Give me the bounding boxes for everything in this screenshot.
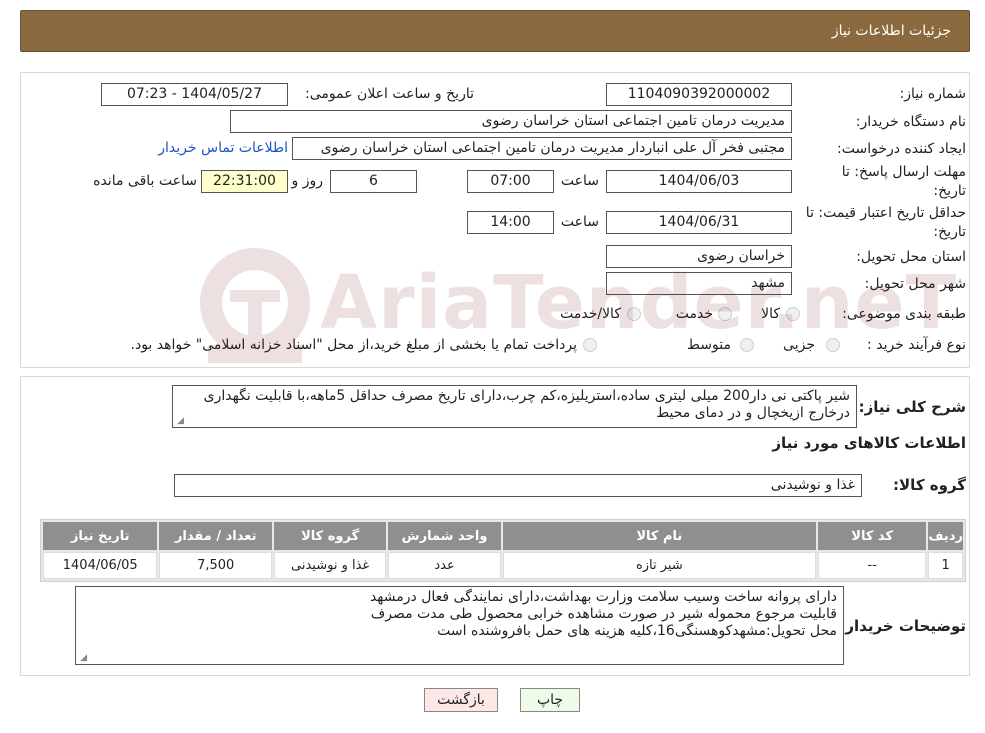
- remaining-time-label: ساعت باقی مانده: [93, 173, 197, 189]
- table-row: 1 -- شیر تازه عدد غذا و نوشیدنی 7,500 14…: [43, 552, 963, 579]
- description-text: شیر پاکتی نی دار200 میلی لیتری ساده،استر…: [203, 388, 850, 421]
- category-goods-service-label: کالا/خدمت: [560, 306, 621, 322]
- days-field: 6: [330, 170, 417, 193]
- category-goods-radio[interactable]: [786, 307, 800, 321]
- goods-table: ردیف کد کالا نام کالا واحد شمارش گروه کا…: [40, 519, 966, 582]
- validity-date-field: 1404/06/31: [606, 211, 792, 234]
- column-header: گروه کالا: [273, 522, 387, 550]
- reply-time-field: 07:00: [467, 170, 554, 193]
- process-minor-radio[interactable]: [826, 338, 840, 352]
- buyer-org-label: نام دستگاه خریدار:: [855, 114, 966, 130]
- buyer-notes-line: قابلیت مرجوع محموله شیر در صورت مشاهده خ…: [370, 606, 837, 622]
- column-header: ردیف: [928, 522, 963, 550]
- print-button[interactable]: چاپ: [520, 688, 580, 712]
- treasury-docs-radio[interactable]: [583, 338, 597, 352]
- table-cell: 1404/06/05: [43, 552, 158, 579]
- category-service-radio[interactable]: [718, 307, 732, 321]
- reply-date-field: 1404/06/03: [606, 170, 792, 193]
- buyer-notes-line: دارای پروانه ساخت وسیب سلامت وزارت بهداش…: [369, 589, 837, 605]
- process-medium-radio[interactable]: [740, 338, 754, 352]
- back-button[interactable]: بازگشت: [424, 688, 498, 712]
- column-header: نام کالا: [502, 522, 816, 550]
- requester-field: مجتبی فخر آل علی انباردار مدیریت درمان ت…: [292, 137, 792, 160]
- process-type-label: نوع فرآیند خرید :: [867, 337, 966, 353]
- need-number-label: شماره نیاز:: [899, 86, 967, 102]
- page-header: جزئیات اطلاعات نیاز: [20, 10, 970, 52]
- days-label: روز و: [291, 173, 324, 189]
- table-header-row: ردیف کد کالا نام کالا واحد شمارش گروه کا…: [43, 522, 963, 550]
- column-header: واحد شمارش: [388, 522, 501, 550]
- column-header: تعداد / مقدار: [159, 522, 272, 550]
- process-medium-label: متوسط: [687, 337, 731, 353]
- city-field: مشهد: [606, 272, 792, 295]
- validity-time-field: 14:00: [467, 211, 554, 234]
- column-header: تاریخ نیاز: [43, 522, 158, 550]
- category-label: طبقه بندی موضوعی:: [842, 306, 966, 322]
- description-field: شیر پاکتی نی دار200 میلی لیتری ساده،استر…: [172, 385, 857, 428]
- requester-label: ایجاد کننده درخواست:: [837, 141, 966, 157]
- price-validity-label: حداقل تاریخ اعتبار قیمت: تا: [805, 205, 966, 221]
- goods-group-field: غذا و نوشیدنی: [174, 474, 862, 497]
- resize-handle-icon[interactable]: ◢: [175, 417, 184, 426]
- category-goods-service-radio[interactable]: [627, 307, 641, 321]
- category-service-label: خدمت: [675, 306, 713, 322]
- table-cell: عدد: [388, 552, 501, 579]
- province-field: خراسان رضوی: [606, 245, 792, 268]
- validity-time-label: ساعت: [560, 214, 599, 230]
- goods-group-label: گروه کالا:: [893, 476, 966, 494]
- buyer-notes-field: دارای پروانه ساخت وسیب سلامت وزارت بهداش…: [75, 586, 844, 665]
- resize-handle-icon[interactable]: ◢: [78, 654, 87, 663]
- table-cell: 7,500: [159, 552, 272, 579]
- need-number-field: 1104090392000002: [606, 83, 792, 106]
- buyer-notes-line: محل تحویل:مشهدکوهسنگی16،کلیه هزینه های ح…: [437, 623, 837, 639]
- province-label: استان محل تحویل:: [856, 249, 966, 265]
- process-note: پرداخت تمام یا بخشی از مبلغ خرید،از محل …: [130, 337, 577, 353]
- price-validity-label-2: تاریخ:: [933, 224, 966, 240]
- buyer-contact-link[interactable]: اطلاعات تماس خریدار: [158, 140, 288, 156]
- reply-deadline-label: مهلت ارسال پاسخ: تا: [841, 164, 966, 180]
- description-label: شرح کلی نیاز:: [858, 398, 966, 416]
- table-cell: --: [817, 552, 927, 579]
- column-header: کد کالا: [817, 522, 927, 550]
- buyer-notes-label: توضیحات خریدار:: [839, 617, 966, 635]
- remaining-time-field: 22:31:00: [201, 170, 288, 193]
- reply-time-label: ساعت: [560, 173, 599, 189]
- table-cell: غذا و نوشیدنی: [273, 552, 387, 579]
- goods-section-title: اطلاعات کالاهای مورد نیاز: [772, 434, 966, 452]
- announce-datetime-label: تاریخ و ساعت اعلان عمومی:: [305, 86, 474, 102]
- table-cell: شیر تازه: [502, 552, 816, 579]
- city-label: شهر محل تحویل:: [864, 276, 966, 292]
- page-title: جزئیات اطلاعات نیاز: [831, 23, 951, 39]
- table-cell: 1: [928, 552, 963, 579]
- announce-datetime-field: 1404/05/27 - 07:23: [101, 83, 288, 106]
- category-goods-label: کالا: [761, 306, 780, 322]
- buyer-org-field: مدیریت درمان تامین اجتماعی استان خراسان …: [230, 110, 792, 133]
- process-minor-label: جزیی: [783, 337, 815, 353]
- reply-deadline-label-2: تاریخ:: [933, 183, 966, 199]
